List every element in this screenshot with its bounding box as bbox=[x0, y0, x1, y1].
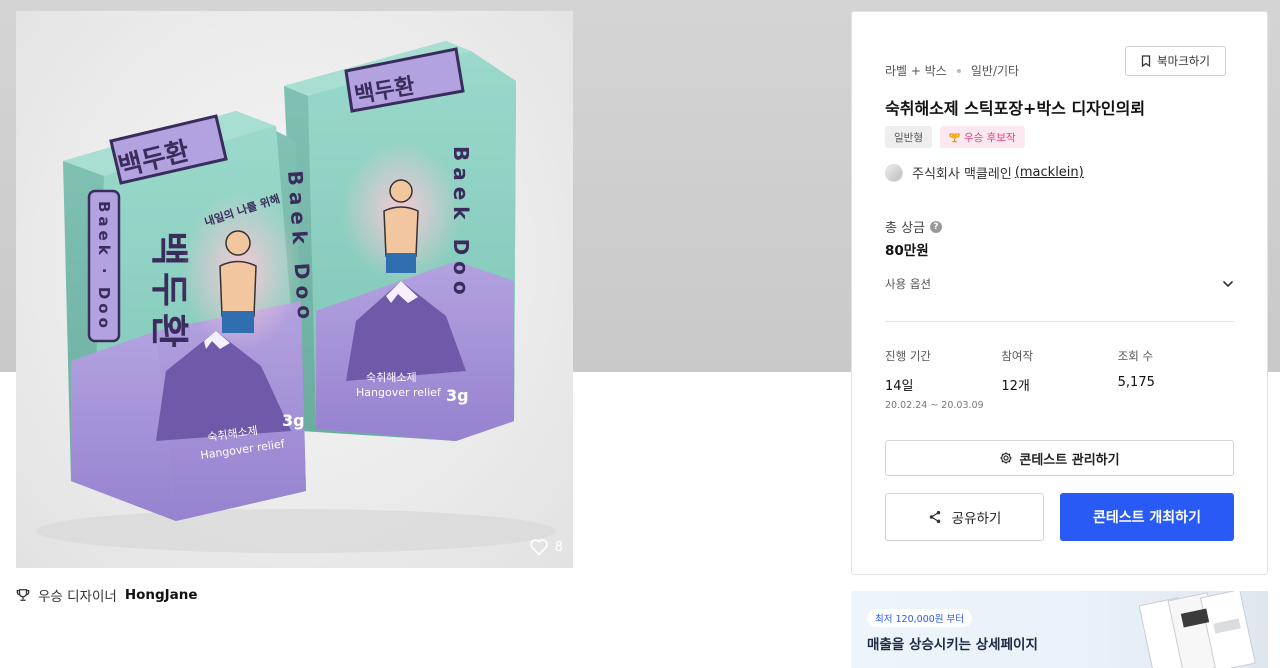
front-box-brand-side: Baek · Doo bbox=[95, 201, 113, 332]
options-label: 사용 옵션 bbox=[885, 277, 931, 291]
category-main[interactable]: 라벨 + 박스 bbox=[885, 62, 947, 79]
heart-outline-icon bbox=[529, 539, 548, 556]
chevron-down-icon bbox=[1222, 280, 1234, 288]
winner-name[interactable]: HongJane bbox=[125, 587, 198, 603]
options-dropdown[interactable]: 사용 옵션 bbox=[885, 272, 1234, 296]
ad-text: 매출을 상승시키는 상세페이지 bbox=[867, 637, 1038, 653]
ad-banner[interactable]: 최저 120,000원 부터 매출을 상승시키는 상세페이지 bbox=[851, 591, 1268, 668]
prize-value: 80만원 bbox=[885, 243, 929, 259]
contest-stats: 진행 기간 14일 20.02.24 ~ 20.03.09 참여작 12개 조회… bbox=[885, 348, 1234, 411]
prize-label: 총 상금 ? bbox=[885, 217, 943, 236]
back-box-weight: 3g bbox=[446, 386, 469, 405]
divider bbox=[885, 321, 1234, 322]
type-badge: 일반형 bbox=[885, 126, 932, 148]
host-name: 주식회사 맥클레인 bbox=[912, 167, 1012, 182]
category-breadcrumb: 라벨 + 박스 일반/기타 bbox=[885, 62, 1019, 79]
host-avatar bbox=[885, 163, 903, 182]
svg-text:Baek Doo: Baek Doo bbox=[449, 146, 473, 301]
bookmark-label: 북마크하기 bbox=[1157, 54, 1210, 68]
back-box-product-ko: 숙취해소제 bbox=[366, 370, 417, 384]
product-image[interactable]: 백두환 Baek Doo 숙취해소제 Hangover relief 3g 백두… bbox=[16, 11, 573, 568]
badge-row: 일반형 우승 후보작 bbox=[885, 126, 1025, 148]
contest-info-panel: 라벨 + 박스 일반/기타 북마크하기 숙취해소제 스틱포장+박스 디자인의뢰 … bbox=[851, 11, 1268, 575]
host-contest-button[interactable]: 콘테스트 개최하기 bbox=[1060, 493, 1234, 541]
stat-duration: 진행 기간 14일 20.02.24 ~ 20.03.09 bbox=[885, 349, 984, 411]
host-row: 주식회사 맥클레인 (macklein) bbox=[885, 163, 1084, 182]
back-box-product-en: Hangover relief bbox=[356, 386, 442, 399]
winner-label: 우승 디자이너 bbox=[38, 589, 117, 605]
ad-illustration bbox=[1138, 591, 1256, 668]
ad-price-tag: 최저 120,000원 부터 bbox=[867, 609, 973, 627]
trophy-icon bbox=[949, 132, 960, 142]
front-box-weight: 3g bbox=[282, 411, 305, 430]
like-count: 8 bbox=[554, 539, 563, 555]
gear-icon bbox=[1000, 452, 1013, 464]
manage-contest-button[interactable]: 콘테스트 관리하기 bbox=[885, 440, 1234, 476]
stat-entries: 참여작 12개 bbox=[1001, 349, 1034, 394]
like-button[interactable]: 8 bbox=[529, 538, 563, 556]
package-illustration: 백두환 Baek Doo 숙취해소제 Hangover relief 3g 백두… bbox=[36, 41, 556, 553]
manage-label: 콘테스트 관리하기 bbox=[1019, 452, 1120, 468]
bookmark-icon bbox=[1141, 55, 1151, 67]
share-icon bbox=[929, 510, 940, 524]
category-sub[interactable]: 일반/기타 bbox=[971, 62, 1019, 79]
contest-title: 숙취해소제 스틱포장+박스 디자인의뢰 bbox=[885, 99, 1146, 118]
award-badge: 우승 후보작 bbox=[939, 126, 1025, 148]
stat-views: 조회 수 5,175 bbox=[1117, 349, 1155, 390]
help-icon[interactable]: ? bbox=[930, 220, 943, 233]
winner-designer-row: 우승 디자이너 HongJane bbox=[16, 585, 198, 605]
share-label: 공유하기 bbox=[951, 511, 1002, 527]
breadcrumb-separator bbox=[956, 68, 961, 73]
trophy-icon bbox=[16, 589, 30, 601]
share-button[interactable]: 공유하기 bbox=[885, 493, 1044, 541]
host-id-link[interactable]: (macklein) bbox=[1015, 165, 1084, 180]
bookmark-button[interactable]: 북마크하기 bbox=[1125, 46, 1226, 76]
